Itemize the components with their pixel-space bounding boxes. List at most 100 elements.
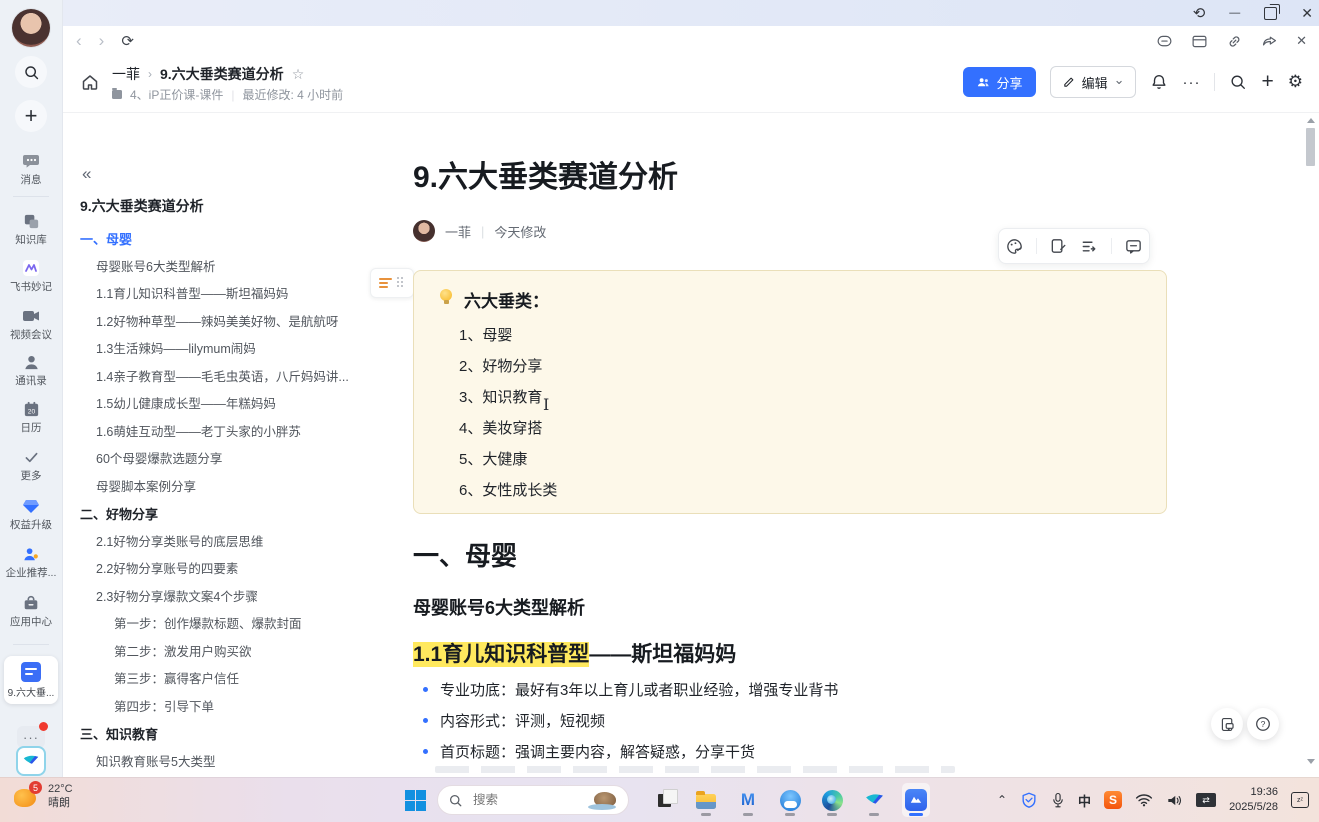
more-actions-icon[interactable]: ··· bbox=[1182, 74, 1200, 91]
security-shield-icon[interactable] bbox=[1020, 791, 1038, 809]
help-float-button[interactable]: ? bbox=[1247, 708, 1279, 740]
outline-item[interactable]: 1.1育儿知识科普型——斯坦福妈妈 bbox=[80, 281, 366, 309]
breadcrumb-doc-title[interactable]: 9.六大垂类赛道分析 bbox=[160, 64, 284, 84]
link-icon[interactable] bbox=[1226, 33, 1243, 50]
rail-search-button[interactable] bbox=[15, 56, 47, 88]
author-avatar[interactable] bbox=[413, 220, 435, 242]
header-search-icon[interactable] bbox=[1229, 73, 1247, 91]
doc-title[interactable]: 9.六大垂类赛道分析 bbox=[413, 152, 678, 196]
callout-block[interactable]: 六大垂类： 1、母婴 2、好物分享 3、知识教育 4、美妆穿搭 5、大健康 6、… bbox=[413, 270, 1167, 514]
file-explorer-button[interactable] bbox=[692, 783, 720, 817]
rail-item-messages[interactable]: 消息 bbox=[0, 150, 62, 187]
doc-scrollbar[interactable] bbox=[1305, 112, 1317, 772]
mail-app-button[interactable]: M bbox=[734, 783, 762, 817]
rail-more-dots-button[interactable]: ··· bbox=[17, 726, 45, 748]
collapse-outline-icon[interactable]: « bbox=[82, 164, 91, 184]
feishu-app-button[interactable] bbox=[860, 783, 888, 817]
rail-create-button[interactable]: + bbox=[15, 100, 47, 132]
feishu-docs-window-button[interactable] bbox=[902, 783, 930, 817]
rail-item-video-meeting[interactable]: 视频会议 bbox=[0, 305, 62, 342]
rail-item-upgrade[interactable]: 权益升级 bbox=[0, 495, 62, 532]
breadcrumb-owner[interactable]: 一菲 bbox=[112, 64, 140, 84]
outline-item[interactable]: 1.4亲子教育型——毛毛虫英语，八斤妈妈讲... bbox=[80, 364, 366, 392]
outline-item[interactable]: 2.1好物分享类账号的底层思维 bbox=[80, 529, 366, 557]
outline-item[interactable]: 60个母婴爆款选题分享 bbox=[80, 446, 366, 474]
taskbar-weather-widget[interactable]: 5 22°C 晴朗 bbox=[14, 782, 73, 811]
scroll-up-arrow[interactable] bbox=[1307, 118, 1315, 123]
close-tab-icon[interactable]: ✕ bbox=[1296, 33, 1307, 49]
weather-app-button[interactable] bbox=[776, 783, 804, 817]
outline-item[interactable]: 1.3生活辣妈——lilymum闹妈 bbox=[80, 336, 366, 364]
doc-annotate-icon[interactable] bbox=[1049, 237, 1068, 256]
folder-name[interactable]: 4、iP正价课-课件 bbox=[130, 86, 223, 103]
outline-item[interactable]: 知识教育账号5大类型 bbox=[80, 749, 366, 777]
header-plus-icon[interactable]: + bbox=[1261, 70, 1273, 94]
drag-handle-icon[interactable] bbox=[397, 277, 406, 289]
outline-item[interactable]: 第二步：激发用户购买欲 bbox=[80, 639, 366, 667]
outline-item[interactable]: 第一步：创作爆款标题、爆款封面 bbox=[80, 611, 366, 639]
outline-item[interactable]: 2.2好物分享账号的四要素 bbox=[80, 556, 366, 584]
outline-item[interactable]: 1.5幼儿健康成长型——年糕妈妈 bbox=[80, 391, 366, 419]
outline-item[interactable]: 第四步：引导下单 bbox=[80, 694, 366, 722]
sogou-input-icon[interactable]: S bbox=[1104, 791, 1122, 809]
back-button[interactable]: ‹ bbox=[76, 31, 82, 51]
comment-bubble-icon[interactable] bbox=[1156, 33, 1173, 50]
star-icon[interactable]: ☆ bbox=[292, 66, 305, 83]
notification-bell-icon[interactable] bbox=[1150, 73, 1168, 91]
rail-item-enterprise[interactable]: 企业推荐... bbox=[0, 543, 62, 580]
outline-item[interactable]: 三、知识教育 bbox=[80, 721, 366, 749]
scrollbar-thumb[interactable] bbox=[1306, 128, 1315, 166]
forward-button[interactable]: › bbox=[99, 31, 105, 51]
rail-doc-shortcut[interactable]: 9.六大垂... bbox=[4, 656, 58, 704]
settings-gear-icon[interactable]: ⚙ bbox=[1288, 72, 1303, 92]
rail-item-minutes[interactable]: 飞书妙记 bbox=[0, 257, 62, 294]
history-icon[interactable]: ⟲ bbox=[1193, 4, 1206, 22]
user-avatar[interactable] bbox=[12, 9, 50, 47]
scroll-down-arrow[interactable] bbox=[1307, 759, 1315, 764]
outline-item[interactable]: 1.6萌娃互动型——老丁头家的小胖苏 bbox=[80, 419, 366, 447]
callout-block-icon[interactable] bbox=[379, 278, 392, 289]
taskbar-search[interactable] bbox=[437, 785, 629, 815]
rail-item-more[interactable]: 更多 bbox=[0, 446, 62, 483]
close-window-button[interactable]: ✕ bbox=[1301, 5, 1313, 22]
feishu-logo-button[interactable] bbox=[16, 746, 46, 776]
rail-item-app-center[interactable]: 应用中心 bbox=[0, 592, 62, 629]
outline-item[interactable]: 二、好物分享 bbox=[80, 501, 366, 529]
comment-icon[interactable] bbox=[1124, 237, 1143, 256]
rail-item-contacts[interactable]: 通讯录 bbox=[0, 351, 62, 388]
refresh-button[interactable]: ⟳ bbox=[121, 32, 134, 50]
outline-item[interactable]: 母婴脚本案例分享 bbox=[80, 474, 366, 502]
tray-expand-icon[interactable]: ⌃ bbox=[997, 793, 1007, 807]
edit-button[interactable]: 编辑 ⌄ bbox=[1050, 66, 1137, 98]
rail-item-calendar[interactable]: 20 日历 bbox=[0, 398, 62, 435]
edge-browser-button[interactable] bbox=[818, 783, 846, 817]
share-button[interactable]: 分享 bbox=[963, 67, 1036, 97]
outline-item[interactable]: 母婴账号6大类型解析 bbox=[80, 254, 366, 282]
outline-item[interactable]: 一、母婴 bbox=[80, 226, 366, 254]
speaker-icon[interactable] bbox=[1166, 793, 1183, 808]
minimize-button[interactable]: — bbox=[1229, 7, 1240, 19]
wifi-icon[interactable] bbox=[1135, 793, 1153, 807]
microphone-icon[interactable] bbox=[1051, 792, 1065, 809]
outline-item[interactable]: 1.2好物种草型——辣妈美美好物、是航航呀 bbox=[80, 309, 366, 337]
window-card-icon[interactable] bbox=[1191, 33, 1208, 50]
author-name[interactable]: 一菲 bbox=[445, 222, 471, 241]
start-button[interactable] bbox=[405, 790, 426, 811]
outline-item[interactable]: 2.3好物分享爆款文案4个步骤 bbox=[80, 584, 366, 612]
tray-clock[interactable]: 19:36 2025/5/28 bbox=[1229, 785, 1278, 815]
focus-assist-icon[interactable]: zᶻ bbox=[1291, 792, 1309, 808]
catalog-list-icon[interactable] bbox=[1080, 237, 1099, 256]
home-icon[interactable] bbox=[80, 72, 100, 92]
ime-language-icon[interactable]: 中 bbox=[1078, 791, 1091, 810]
theme-palette-icon[interactable] bbox=[1005, 237, 1024, 256]
maximize-button[interactable] bbox=[1264, 7, 1277, 20]
device-sync-icon[interactable]: ⇄ bbox=[1196, 793, 1216, 807]
outline-item[interactable]: 第三步：赢得客户信任 bbox=[80, 666, 366, 694]
people-icon bbox=[976, 75, 991, 90]
taskbar-search-input[interactable] bbox=[471, 792, 580, 808]
outline-doc-title[interactable]: 9.六大垂类赛道分析 bbox=[80, 196, 204, 216]
share-forward-icon[interactable] bbox=[1261, 33, 1278, 50]
rail-item-knowledge-base[interactable]: 知识库 bbox=[0, 210, 62, 247]
task-view-button[interactable] bbox=[650, 783, 678, 817]
feedback-float-button[interactable] bbox=[1211, 708, 1243, 740]
